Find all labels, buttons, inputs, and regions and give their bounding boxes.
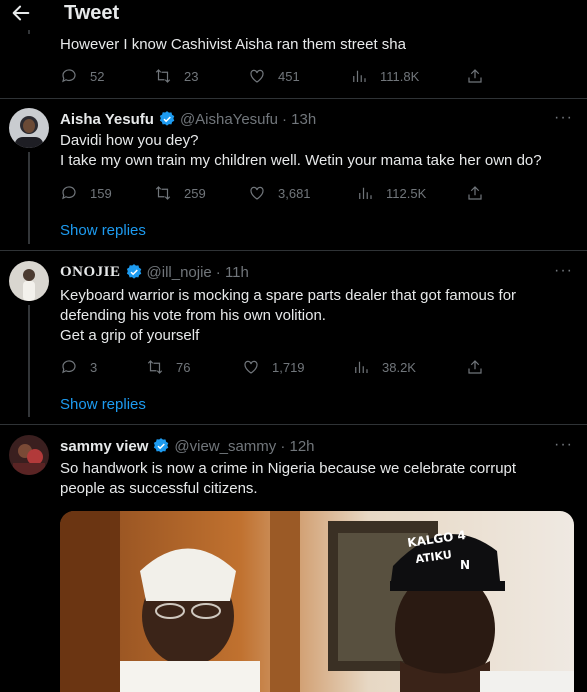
cap-text: N xyxy=(460,558,470,572)
reply-icon xyxy=(62,360,76,374)
tweet-time[interactable]: · 11h xyxy=(216,264,249,281)
more-options-icon[interactable]: ··· xyxy=(554,262,573,280)
share-icon xyxy=(468,186,482,200)
top-bar: Tweet xyxy=(0,0,587,30)
share-button[interactable] xyxy=(466,66,484,86)
page-title: Tweet xyxy=(64,2,120,24)
author-row: Aisha Yesufu @AishaYesufu · 13h xyxy=(60,110,316,128)
retweet-icon xyxy=(155,186,171,200)
analytics-icon xyxy=(355,361,368,373)
tweet-actions: 3 76 1,719 38.2K xyxy=(60,357,500,377)
like-button[interactable]: 3,681 xyxy=(248,183,311,203)
heart-icon xyxy=(244,360,258,374)
author-handle[interactable]: @ill_nojie xyxy=(147,264,212,281)
tweet-time[interactable]: · 12h xyxy=(280,438,314,455)
tweet-text: Davidi how you dey? I take my own train … xyxy=(60,132,542,169)
tweet-media-photo[interactable]: KALGO 4 ATIKU N xyxy=(60,511,574,692)
divider xyxy=(0,424,587,425)
retweet-button[interactable]: 76 xyxy=(146,357,190,377)
retweet-button[interactable]: 259 xyxy=(154,183,206,203)
thread-line xyxy=(28,152,30,244)
author-handle[interactable]: @view_sammy xyxy=(174,438,276,455)
more-options-icon[interactable]: ··· xyxy=(554,436,573,454)
author-row: ONOJIE @ill_nojie · 11h xyxy=(60,263,249,281)
share-icon xyxy=(468,360,482,374)
show-replies-link[interactable]: Show replies xyxy=(60,222,146,239)
tweet-actions: 52 23 451 111.8K xyxy=(60,66,500,86)
arrow-left-icon[interactable] xyxy=(10,2,32,24)
avatar[interactable] xyxy=(9,261,49,301)
reply-button[interactable]: 3 xyxy=(60,357,97,377)
heart-icon xyxy=(250,186,264,200)
views-button[interactable]: 38.2K xyxy=(352,357,416,377)
avatar[interactable] xyxy=(9,435,49,475)
reply-button[interactable]: 159 xyxy=(60,183,112,203)
reply-icon xyxy=(62,186,76,200)
retweet-icon xyxy=(147,360,163,374)
heart-icon xyxy=(250,69,264,83)
verified-badge-icon xyxy=(154,438,169,453)
tweet-actions: 159 259 3,681 112.5K xyxy=(60,183,500,203)
more-options-icon[interactable]: ··· xyxy=(554,109,573,127)
like-button[interactable]: 1,719 xyxy=(242,357,305,377)
tweet-text: However I know Cashivist Aisha ran them … xyxy=(60,36,406,53)
tweet-text: So handwork is now a crime in Nigeria be… xyxy=(60,460,517,497)
thread-line xyxy=(28,305,30,417)
author-row: sammy view @view_sammy · 12h xyxy=(60,437,315,455)
author-name[interactable]: sammy view xyxy=(60,438,148,455)
retweet-icon xyxy=(155,69,171,83)
share-icon xyxy=(468,69,482,83)
views-button[interactable]: 111.8K xyxy=(350,66,419,86)
author-name[interactable]: ONOJIE xyxy=(60,264,121,281)
retweet-button[interactable]: 23 xyxy=(154,66,198,86)
show-replies-link[interactable]: Show replies xyxy=(60,396,146,413)
like-button[interactable]: 451 xyxy=(248,66,300,86)
divider xyxy=(0,98,587,99)
thread-line xyxy=(28,30,30,34)
author-name[interactable]: Aisha Yesufu xyxy=(60,111,154,128)
author-handle[interactable]: @AishaYesufu xyxy=(180,111,278,128)
views-button[interactable]: 112.5K xyxy=(356,183,426,203)
tweet-text: Keyboard warrior is mocking a spare part… xyxy=(60,287,517,344)
tweet-time[interactable]: · 13h xyxy=(282,111,316,128)
verified-badge-icon xyxy=(126,264,141,279)
share-button[interactable] xyxy=(466,357,484,377)
reply-icon xyxy=(62,69,76,83)
analytics-icon xyxy=(359,187,372,199)
verified-badge-icon xyxy=(159,111,175,126)
analytics-icon xyxy=(353,70,366,82)
avatar[interactable] xyxy=(9,108,49,148)
reply-button[interactable]: 52 xyxy=(60,66,104,86)
divider xyxy=(0,250,587,251)
share-button[interactable] xyxy=(466,183,484,203)
